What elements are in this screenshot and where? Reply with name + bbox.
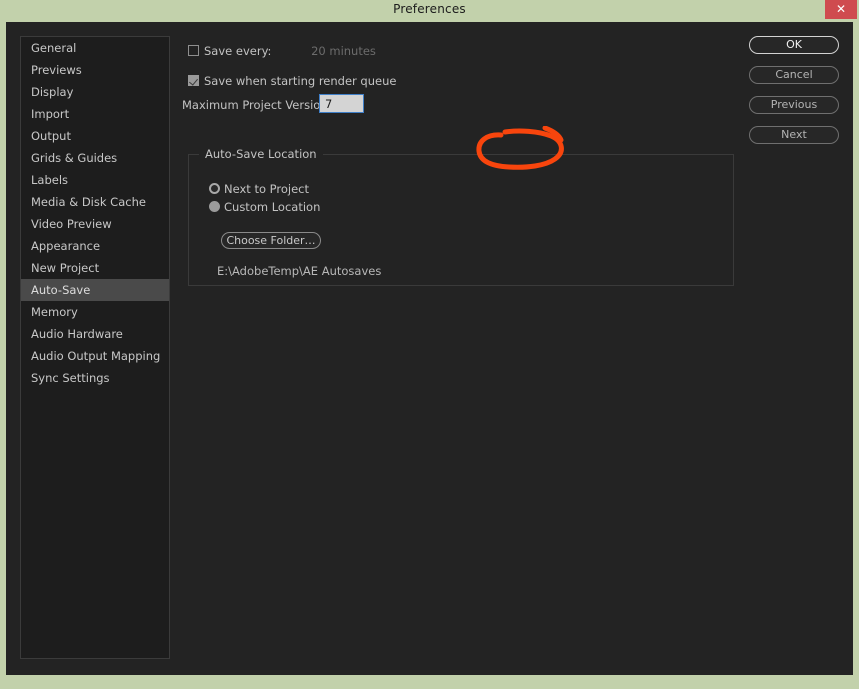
sidebar-item-general[interactable]: General	[21, 37, 169, 59]
sidebar-item-import[interactable]: Import	[21, 103, 169, 125]
sidebar-item-audio-hardware[interactable]: Audio Hardware	[21, 323, 169, 345]
sidebar-item-label: Labels	[31, 173, 69, 187]
sidebar-item-label: Import	[31, 107, 70, 121]
sidebar-item-label: Video Preview	[31, 217, 112, 231]
sidebar-item-label: Sync Settings	[31, 371, 110, 385]
save-every-checkbox[interactable]	[188, 45, 199, 56]
sidebar-item-label: Previews	[31, 63, 82, 77]
previous-button[interactable]: Previous	[749, 96, 839, 114]
save-render-queue-label: Save when starting render queue	[204, 74, 397, 88]
radio-next-to-project[interactable]: Next to Project	[209, 182, 309, 196]
ok-button[interactable]: OK	[749, 36, 839, 54]
sidebar-item-label: Media & Disk Cache	[31, 195, 146, 209]
sidebar-item-video-preview[interactable]: Video Preview	[21, 213, 169, 235]
cancel-button[interactable]: Cancel	[749, 66, 839, 84]
max-versions-label: Maximum Project Versions:	[182, 98, 338, 112]
sidebar-item-label: Appearance	[31, 239, 101, 253]
sidebar-item-appearance[interactable]: Appearance	[21, 235, 169, 257]
sidebar-item-labels[interactable]: Labels	[21, 169, 169, 191]
sidebar-item-audio-output-mapping[interactable]: Audio Output Mapping	[21, 345, 169, 367]
sidebar-item-previews[interactable]: Previews	[21, 59, 169, 81]
sidebar-item-auto-save[interactable]: Auto-Save	[21, 279, 169, 301]
sidebar-item-output[interactable]: Output	[21, 125, 169, 147]
choose-folder-button[interactable]: Choose Folder…	[221, 232, 321, 249]
sidebar-item-new-project[interactable]: New Project	[21, 257, 169, 279]
radio-next-to-project-label: Next to Project	[224, 182, 309, 196]
page-title: Preferences	[393, 2, 466, 16]
radio-next-to-project-indicator[interactable]	[209, 183, 220, 194]
sidebar-item-label: Display	[31, 85, 74, 99]
sidebar-item-sync-settings[interactable]: Sync Settings	[21, 367, 169, 389]
preferences-dialog: General Previews Display Import Output Grids …	[6, 22, 853, 675]
sidebar-item-label: Auto-Save	[31, 283, 91, 297]
sidebar-item-label: Audio Output Mapping	[31, 349, 161, 363]
sidebar-item-display[interactable]: Display	[21, 81, 169, 103]
autosave-path-text: E:\AdobeTemp\AE Autosaves	[217, 264, 382, 278]
sidebar-item-label: Grids & Guides	[31, 151, 118, 165]
sidebar-item-label: Output	[31, 129, 71, 143]
radio-custom-location-indicator[interactable]	[209, 201, 220, 212]
sidebar-item-memory[interactable]: Memory	[21, 301, 169, 323]
radio-custom-location[interactable]: Custom Location	[209, 200, 320, 214]
sidebar-item-label: New Project	[31, 261, 100, 275]
sidebar-item-media-disk-cache[interactable]: Media & Disk Cache	[21, 191, 169, 213]
auto-save-location-legend: Auto-Save Location	[199, 147, 323, 161]
sidebar-item-label: General	[31, 41, 77, 55]
sidebar-item-grids-guides[interactable]: Grids & Guides	[21, 147, 169, 169]
radio-custom-location-label: Custom Location	[224, 200, 321, 214]
save-every-row: Save every: 20 minutes	[188, 44, 376, 58]
close-icon[interactable]: ✕	[825, 0, 857, 19]
save-render-queue-checkbox[interactable]	[188, 75, 199, 86]
sidebar-item-label: Audio Hardware	[31, 327, 123, 341]
max-versions-input[interactable]	[319, 94, 364, 113]
window-title-bar: Preferences ✕	[0, 0, 859, 21]
save-render-queue-row: Save when starting render queue	[188, 74, 396, 88]
save-every-value[interactable]: 20 minutes	[311, 44, 376, 58]
next-button[interactable]: Next	[749, 126, 839, 144]
preferences-category-list[interactable]: General Previews Display Import Output Grids …	[20, 36, 170, 659]
sidebar-item-label: Memory	[31, 305, 78, 319]
auto-save-settings-pane: Save every: 20 minutes Save when startin…	[181, 36, 741, 657]
save-every-label: Save every:	[204, 44, 272, 58]
dialog-button-column: OK Cancel Previous Next	[749, 36, 841, 156]
